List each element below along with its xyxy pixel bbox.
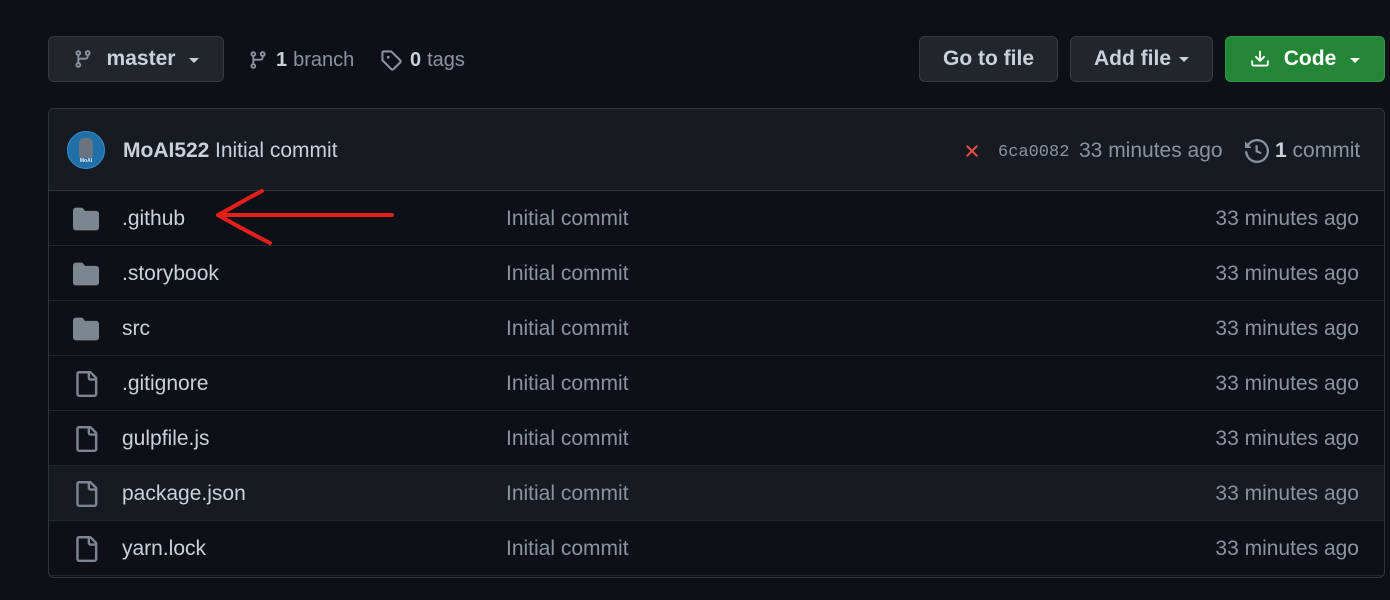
branch-count-label: branch	[293, 48, 355, 71]
chevron-down-icon	[189, 57, 200, 63]
history-icon[interactable]	[1245, 139, 1269, 163]
file-commit-time: 33 minutes ago	[1215, 207, 1359, 230]
branch-select-button[interactable]: master	[48, 36, 224, 82]
file-commit-time: 33 minutes ago	[1215, 262, 1359, 285]
chevron-down-icon	[1179, 56, 1189, 62]
branch-count: 1	[276, 48, 288, 71]
git-branch-icon	[248, 50, 268, 70]
branch-label: master	[106, 47, 176, 70]
commit-time: 33 minutes ago	[1079, 139, 1223, 162]
file-commit-message-link[interactable]: Initial commit	[506, 537, 629, 561]
file-name-link[interactable]: gulpfile.js	[122, 427, 210, 451]
tag-icon	[380, 49, 402, 71]
file-commit-time: 33 minutes ago	[1215, 537, 1359, 560]
file-commit-message-link[interactable]: Initial commit	[506, 317, 629, 341]
code-label: Code	[1283, 47, 1337, 70]
avatar-text: MoAI	[79, 158, 93, 164]
file-name-link[interactable]: package.json	[122, 482, 246, 506]
file-name-link[interactable]: .gitignore	[122, 372, 208, 396]
moai-icon	[79, 138, 93, 158]
commit-count: 1	[1275, 139, 1287, 162]
commit-sha[interactable]: 6ca0082	[998, 143, 1069, 162]
branches-link[interactable]: 1 branch	[248, 44, 354, 76]
file-row[interactable]: yarn.lock Initial commit 33 minutes ago	[49, 521, 1384, 576]
chevron-down-icon	[1350, 57, 1361, 63]
git-branch-icon	[73, 49, 93, 69]
file-commit-time: 33 minutes ago	[1215, 317, 1359, 340]
file-commit-message-link[interactable]: Initial commit	[506, 372, 629, 396]
file-commit-time: 33 minutes ago	[1215, 427, 1359, 450]
tag-count: 0	[410, 48, 422, 71]
commit-message[interactable]: Initial commit	[215, 139, 338, 163]
go-to-file-button[interactable]: Go to file	[919, 36, 1058, 82]
file-row[interactable]: gulpfile.js Initial commit 33 minutes ago	[49, 411, 1384, 466]
download-icon	[1250, 49, 1270, 69]
go-to-file-label: Go to file	[943, 47, 1034, 70]
tag-count-label: tags	[427, 48, 465, 71]
file-row[interactable]: src Initial commit 33 minutes ago	[49, 301, 1384, 356]
file-icon	[73, 481, 99, 507]
tags-link[interactable]: 0 tags	[380, 44, 465, 76]
file-commit-time: 33 minutes ago	[1215, 372, 1359, 395]
file-row[interactable]: .gitignore Initial commit 33 minutes ago	[49, 356, 1384, 411]
file-icon	[73, 426, 99, 452]
file-commit-message-link[interactable]: Initial commit	[506, 207, 629, 231]
commit-count-link[interactable]: 1 commit	[1275, 139, 1360, 163]
folder-icon	[73, 316, 99, 342]
file-name-link[interactable]: yarn.lock	[122, 537, 206, 561]
file-commit-message-link[interactable]: Initial commit	[506, 427, 629, 451]
latest-commit-bar: MoAI MoAI522 Initial commit 6ca0082 33 m…	[49, 109, 1384, 191]
add-file-button[interactable]: Add file	[1070, 36, 1213, 82]
file-name-link[interactable]: src	[122, 317, 150, 341]
file-icon	[73, 536, 99, 562]
file-commit-time: 33 minutes ago	[1215, 482, 1359, 505]
add-file-label: Add file	[1094, 47, 1171, 70]
commit-count-label: commit	[1292, 139, 1361, 162]
file-browser: MoAI MoAI522 Initial commit 6ca0082 33 m…	[48, 108, 1385, 578]
folder-icon	[73, 261, 99, 287]
code-button[interactable]: Code	[1225, 36, 1385, 82]
file-name-link[interactable]: .github	[122, 207, 185, 231]
avatar[interactable]: MoAI	[67, 131, 105, 169]
file-commit-message-link[interactable]: Initial commit	[506, 482, 629, 506]
file-commit-message-link[interactable]: Initial commit	[506, 262, 629, 286]
folder-icon	[73, 206, 99, 232]
annotation-arrow-icon	[216, 189, 394, 245]
file-icon	[73, 371, 99, 397]
commit-author[interactable]: MoAI522	[123, 139, 209, 163]
file-row[interactable]: package.json Initial commit 33 minutes ago	[49, 466, 1384, 521]
x-status-icon[interactable]	[962, 141, 982, 161]
file-name-link[interactable]: .storybook	[122, 262, 219, 286]
